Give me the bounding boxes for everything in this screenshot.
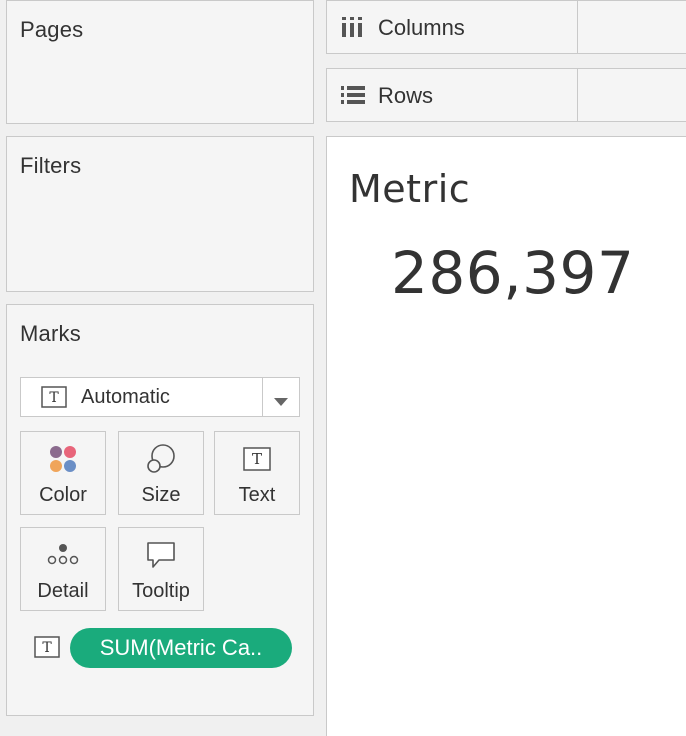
chevron-down-icon[interactable] (274, 393, 288, 411)
detail-button[interactable]: Detail (20, 527, 106, 611)
text-mark-icon[interactable]: T (34, 636, 60, 663)
detail-dots-icon (21, 538, 105, 572)
view-header: Metric (349, 167, 471, 211)
marks-card: Marks T Automatic Color Size T Text Deta… (6, 304, 314, 716)
detail-button-label: Detail (37, 580, 89, 602)
pages-title: Pages (20, 17, 84, 42)
text-button[interactable]: T Text (214, 431, 300, 515)
color-button[interactable]: Color (20, 431, 106, 515)
color-dots-icon (21, 442, 105, 476)
columns-shelf-header: Columns (327, 1, 578, 53)
mark-type-value: Automatic (81, 386, 170, 408)
dropdown-divider (262, 378, 263, 416)
measure-pill[interactable]: SUM(Metric Ca.. (70, 628, 292, 668)
columns-bars-icon (341, 17, 363, 42)
svg-text:T: T (49, 390, 59, 406)
size-circles-icon (119, 442, 203, 476)
svg-text:T: T (252, 450, 262, 468)
pages-card: Pages (6, 0, 314, 124)
viz-canvas[interactable]: Metric 286,397 (326, 136, 686, 736)
tooltip-button[interactable]: Tooltip (118, 527, 204, 611)
marks-field-row: T SUM(Metric Ca.. (20, 627, 300, 669)
size-button[interactable]: Size (118, 431, 204, 515)
svg-text:T: T (42, 640, 52, 656)
rows-label: Rows (378, 83, 434, 108)
mark-type-dropdown[interactable]: T Automatic (20, 377, 300, 417)
size-button-label: Size (141, 484, 181, 506)
view-value[interactable]: 286,397 (391, 239, 634, 307)
columns-label: Columns (378, 15, 465, 40)
speech-bubble-icon (119, 538, 203, 572)
filters-title: Filters (20, 153, 82, 178)
rows-list-icon (341, 85, 365, 110)
filters-card: Filters (6, 136, 314, 292)
text-mark-icon: T (41, 386, 67, 413)
marks-title: Marks (20, 321, 81, 346)
text-mark-icon: T (215, 442, 299, 476)
color-button-label: Color (39, 484, 87, 506)
tooltip-button-label: Tooltip (132, 580, 190, 602)
text-button-label: Text (238, 484, 276, 506)
columns-shelf[interactable]: Columns (326, 0, 686, 54)
rows-shelf[interactable]: Rows (326, 68, 686, 122)
rows-shelf-header: Rows (327, 69, 578, 121)
